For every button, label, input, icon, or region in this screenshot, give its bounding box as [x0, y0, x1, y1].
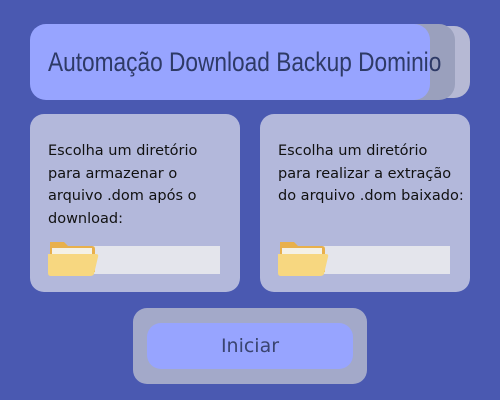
extract-directory-field: [278, 242, 450, 276]
title-banner: Automação Download Backup Dominio: [30, 24, 470, 100]
extract-directory-panel: Escolha um diretório para realizar a ext…: [260, 114, 470, 292]
page-title: Automação Download Backup Dominio: [48, 46, 442, 77]
download-directory-field: [48, 242, 220, 276]
download-directory-panel: Escolha um diretório para armazenar o ar…: [30, 114, 240, 292]
extract-directory-instruction: Escolha um diretório para realizar a ext…: [278, 143, 464, 204]
download-directory-instruction: Escolha um diretório para armazenar o ar…: [48, 143, 198, 227]
folder-icon[interactable]: [276, 238, 330, 278]
title-card: Automação Download Backup Dominio: [30, 24, 441, 100]
start-button[interactable]: Iniciar: [147, 323, 353, 369]
app-window: Automação Download Backup Dominio Escolh…: [0, 0, 500, 400]
start-button-frame: Iniciar: [133, 308, 367, 384]
folder-icon[interactable]: [46, 238, 100, 278]
